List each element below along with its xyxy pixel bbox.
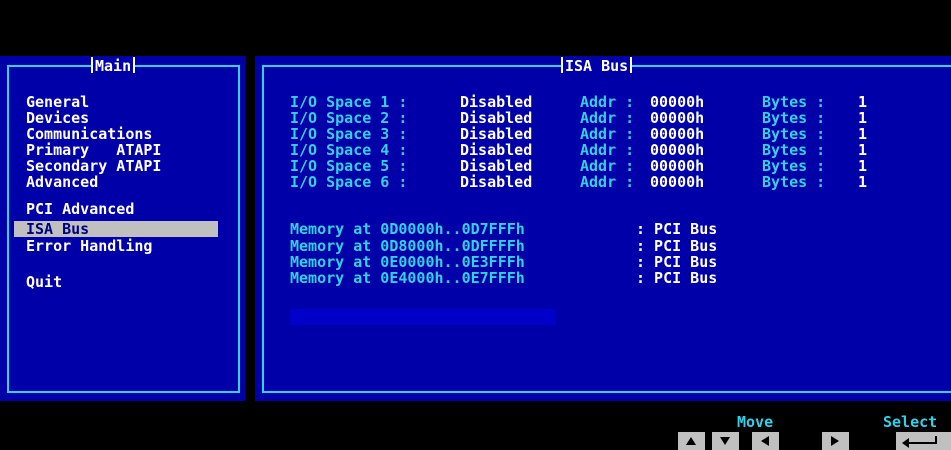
menu-item-advanced[interactable]: Advanced xyxy=(26,174,230,190)
menu-item-error-handling[interactable]: Error Handling xyxy=(26,238,230,254)
empty-field-bar xyxy=(290,309,556,325)
enter-icon xyxy=(902,436,937,448)
key-left[interactable] xyxy=(752,432,779,450)
menu-item-primary-atapi[interactable]: Primary ATAPI xyxy=(26,142,230,158)
move-label: Move xyxy=(737,413,774,431)
menu-item-isa-bus[interactable]: ISA Bus xyxy=(14,221,218,237)
arrow-up-icon xyxy=(686,437,696,445)
main-menu-title: Main xyxy=(90,57,136,75)
arrow-right-icon xyxy=(831,436,839,446)
arrow-left-icon xyxy=(761,436,769,446)
menu-item-secondary-atapi[interactable]: Secondary ATAPI xyxy=(26,158,230,174)
menu-item-general[interactable]: General xyxy=(26,94,230,110)
key-down[interactable] xyxy=(712,432,739,450)
arrow-down-icon xyxy=(720,437,730,445)
select-label: Select xyxy=(883,413,938,431)
menu-item-devices[interactable]: Devices xyxy=(26,110,230,126)
key-enter[interactable] xyxy=(896,432,951,450)
key-right[interactable] xyxy=(822,432,849,450)
menu-item-communications[interactable]: Communications xyxy=(26,126,230,142)
menu-item-pci-advanced[interactable]: PCI Advanced xyxy=(26,201,230,217)
key-up[interactable] xyxy=(678,432,705,450)
isa-bus-title: ISA Bus xyxy=(560,57,633,75)
menu-item-quit[interactable]: Quit xyxy=(26,274,230,290)
